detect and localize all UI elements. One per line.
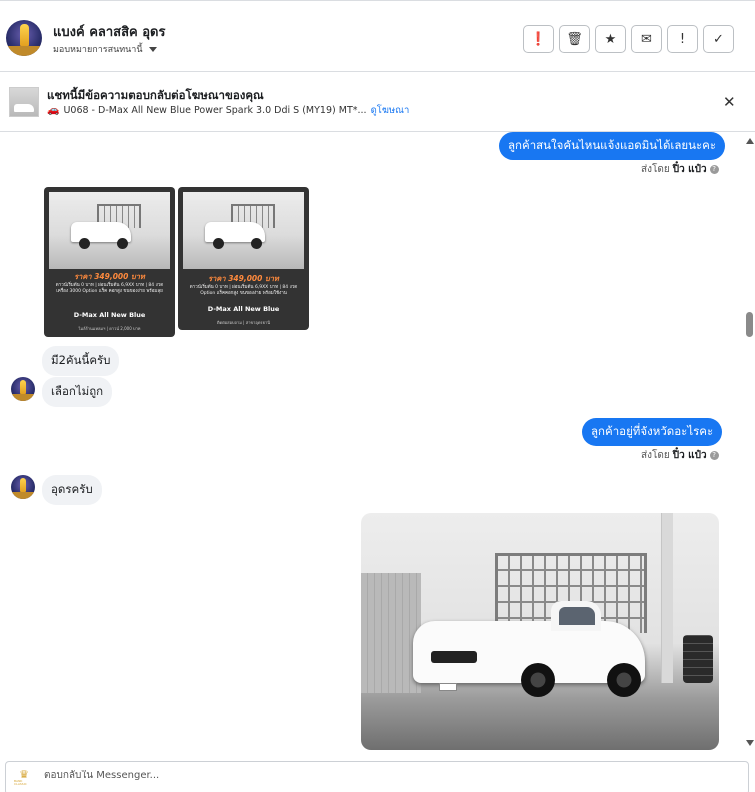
incoming-message[interactable]: มี2คันนี้ครับ	[42, 346, 120, 376]
brand-logo: ♛ BANK CLASSIC	[14, 769, 34, 786]
delete-button[interactable]: 🗑	[559, 25, 590, 53]
scroll-thumb[interactable]	[746, 312, 753, 337]
mark-unread-button[interactable]: ✉	[631, 25, 662, 53]
avatar-base-graphic	[11, 492, 35, 499]
incoming-message[interactable]: เลือกไม่ถูก	[42, 377, 113, 407]
flyer-footer: ติดต่อสอบถาม | สาขาอุดรธานี	[216, 320, 270, 325]
flyer-details: ดาวน์เริ่มต้น 0 บาท | ผ่อนเริ่มต้น 6,9XX…	[189, 285, 298, 296]
exclamation-icon: !	[679, 31, 686, 47]
incoming-message[interactable]: อุดรครับ	[42, 475, 102, 505]
scroll-up-icon[interactable]	[746, 138, 754, 144]
wheel-graphic	[251, 238, 262, 249]
wheel-graphic	[521, 663, 555, 697]
assign-label: มอบหมายการสนทนานี้	[53, 45, 143, 55]
outgoing-message[interactable]: ลูกค้าอยู่ที่จังหวัดอะไรคะ	[582, 418, 723, 446]
car-flyer-image[interactable]: ราคา 349,000 บาท ดาวน์เริ่มต้น 0 บาท | ผ…	[178, 187, 309, 330]
truck-grille-graphic	[431, 651, 477, 663]
chevron-down-icon	[148, 46, 157, 52]
reply-composer[interactable]: ♛ BANK CLASSIC	[5, 761, 749, 792]
sent-by-prefix: ส่งโดย	[641, 450, 670, 461]
pillar-graphic	[661, 513, 673, 683]
thread-scrollbar[interactable]	[744, 132, 755, 760]
conversation-toolbar: ❗ 🗑 ★ ✉ ! ✓	[523, 25, 734, 53]
info-icon[interactable]: ?	[709, 451, 719, 460]
page-name[interactable]: แบงค์ คลาสสิค อุดร	[53, 21, 166, 42]
flyer-footer: ไมล์ร้านแหลมฯ | ดาวน์ 2,000 บาท	[78, 326, 141, 331]
star-button[interactable]: ★	[595, 25, 626, 53]
ad-reply-banner: แชทนี้มีข้อความตอบกลับต่อโฆษณาของคุณ 🚗 U…	[0, 72, 755, 132]
wheel-graphic	[213, 238, 224, 249]
sent-by-label: ส่งโดย ปิ๋ว แป๋ว ?	[641, 448, 719, 463]
sender-name[interactable]: ปิ๋ว แป๋ว	[673, 448, 707, 463]
assign-conversation-dropdown[interactable]: มอบหมายการสนทนานี้	[53, 42, 157, 56]
conversation-header: แบงค์ คลาสสิค อุดร มอบหมายการสนทนานี้ ❗ …	[0, 0, 755, 72]
spam-button[interactable]: !	[667, 25, 698, 53]
flyer-price: ราคา 349,000 บาท	[74, 272, 145, 281]
sent-by-label: ส่งโดย ปิ๋ว แป๋ว ?	[641, 162, 719, 177]
ad-thumbnail[interactable]	[9, 87, 39, 117]
avatar-base-graphic	[11, 394, 35, 401]
report-button[interactable]: ❗	[523, 25, 554, 53]
sent-by-prefix: ส่งโดย	[641, 164, 670, 175]
view-ad-link[interactable]: ดูโฆษณา	[371, 103, 410, 118]
brand-mark: BANK CLASSIC	[14, 779, 27, 786]
truck-window-graphic	[559, 607, 595, 625]
sender-avatar[interactable]	[11, 377, 35, 401]
sender-name[interactable]: ปิ๋ว แป๋ว	[673, 162, 707, 177]
scroll-down-icon[interactable]	[746, 740, 754, 746]
message-thread[interactable]: ลูกค้าสนใจคันไหนแจ้งแอดมินได้เลยนะคะ ส่ง…	[0, 132, 755, 760]
star-icon: ★	[604, 31, 617, 47]
check-icon: ✓	[713, 31, 724, 47]
alert-circle-icon: ❗	[530, 31, 547, 47]
truck-photo	[49, 192, 170, 269]
avatar-stupa-graphic	[20, 380, 26, 394]
ad-banner-subtitle: 🚗 U068 - D-Max All New Blue Power Spark …	[47, 103, 409, 118]
outgoing-message[interactable]: ลูกค้าสนใจคันไหนแจ้งแอดมินได้เลยนะคะ	[499, 132, 726, 160]
flyer-model: D-Max All New Blue	[73, 311, 146, 319]
tire-stack-graphic	[683, 635, 713, 683]
wheel-graphic	[117, 238, 128, 249]
done-button[interactable]: ✓	[703, 25, 734, 53]
wheel-graphic	[607, 663, 641, 697]
wheel-graphic	[79, 238, 90, 249]
license-plate-graphic	[439, 683, 457, 691]
avatar-stupa-graphic	[20, 478, 26, 492]
flyer-model: D-Max All New Blue	[207, 305, 280, 313]
garage-door-graphic	[361, 573, 421, 693]
flyer-details: ดาวน์เริ่มต้น 0 บาท | ผ่อนเริ่มต้น 6,9XX…	[55, 283, 164, 294]
ad-name: U068 - D-Max All New Blue Power Spark 3.…	[63, 105, 367, 116]
info-icon[interactable]: ?	[709, 165, 719, 174]
trash-icon: 🗑	[566, 31, 583, 47]
close-icon[interactable]: ✕	[723, 93, 736, 111]
flyer-price: ราคา 349,000 บาท	[208, 274, 279, 283]
avatar-base-graphic	[6, 46, 42, 56]
reply-input[interactable]	[44, 770, 724, 781]
envelope-icon: ✉	[641, 31, 652, 47]
sender-avatar[interactable]	[11, 475, 35, 499]
car-flyer-image[interactable]: ราคา 349,000 บาท ดาวน์เริ่มต้น 0 บาท | ผ…	[44, 187, 175, 337]
page-avatar[interactable]	[6, 20, 42, 56]
avatar-stupa-graphic	[20, 24, 29, 46]
truck-photo	[183, 192, 304, 269]
car-icon: 🚗	[47, 105, 60, 116]
truck-photo-message[interactable]	[361, 513, 719, 750]
